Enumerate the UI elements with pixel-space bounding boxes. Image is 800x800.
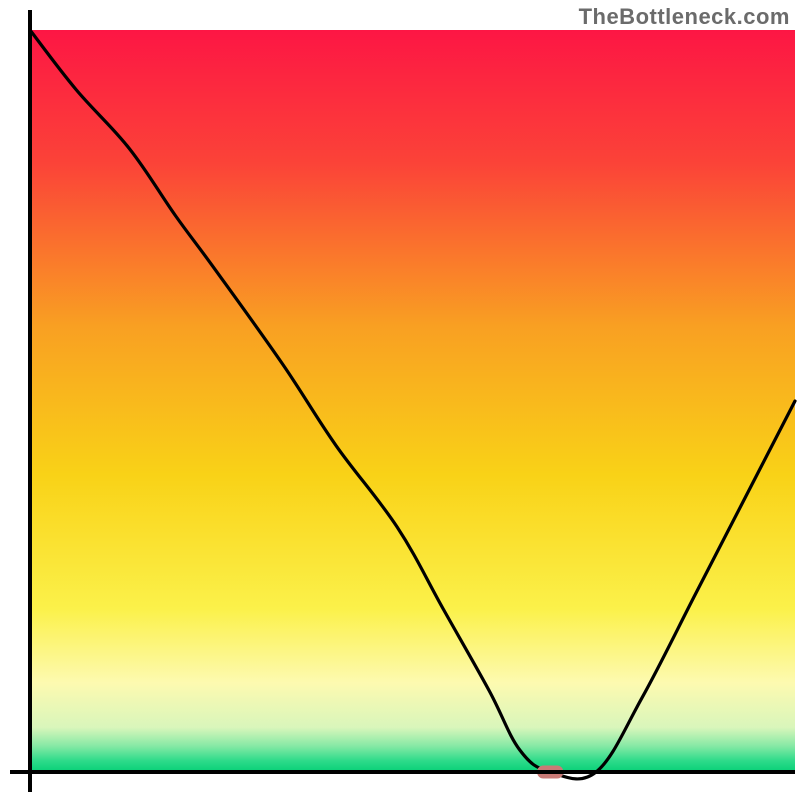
plot-area [10,10,795,792]
watermark-text: TheBottleneck.com [579,4,790,30]
bottleneck-chart [0,0,800,800]
chart-container: TheBottleneck.com [0,0,800,800]
gradient-fill [30,30,795,772]
